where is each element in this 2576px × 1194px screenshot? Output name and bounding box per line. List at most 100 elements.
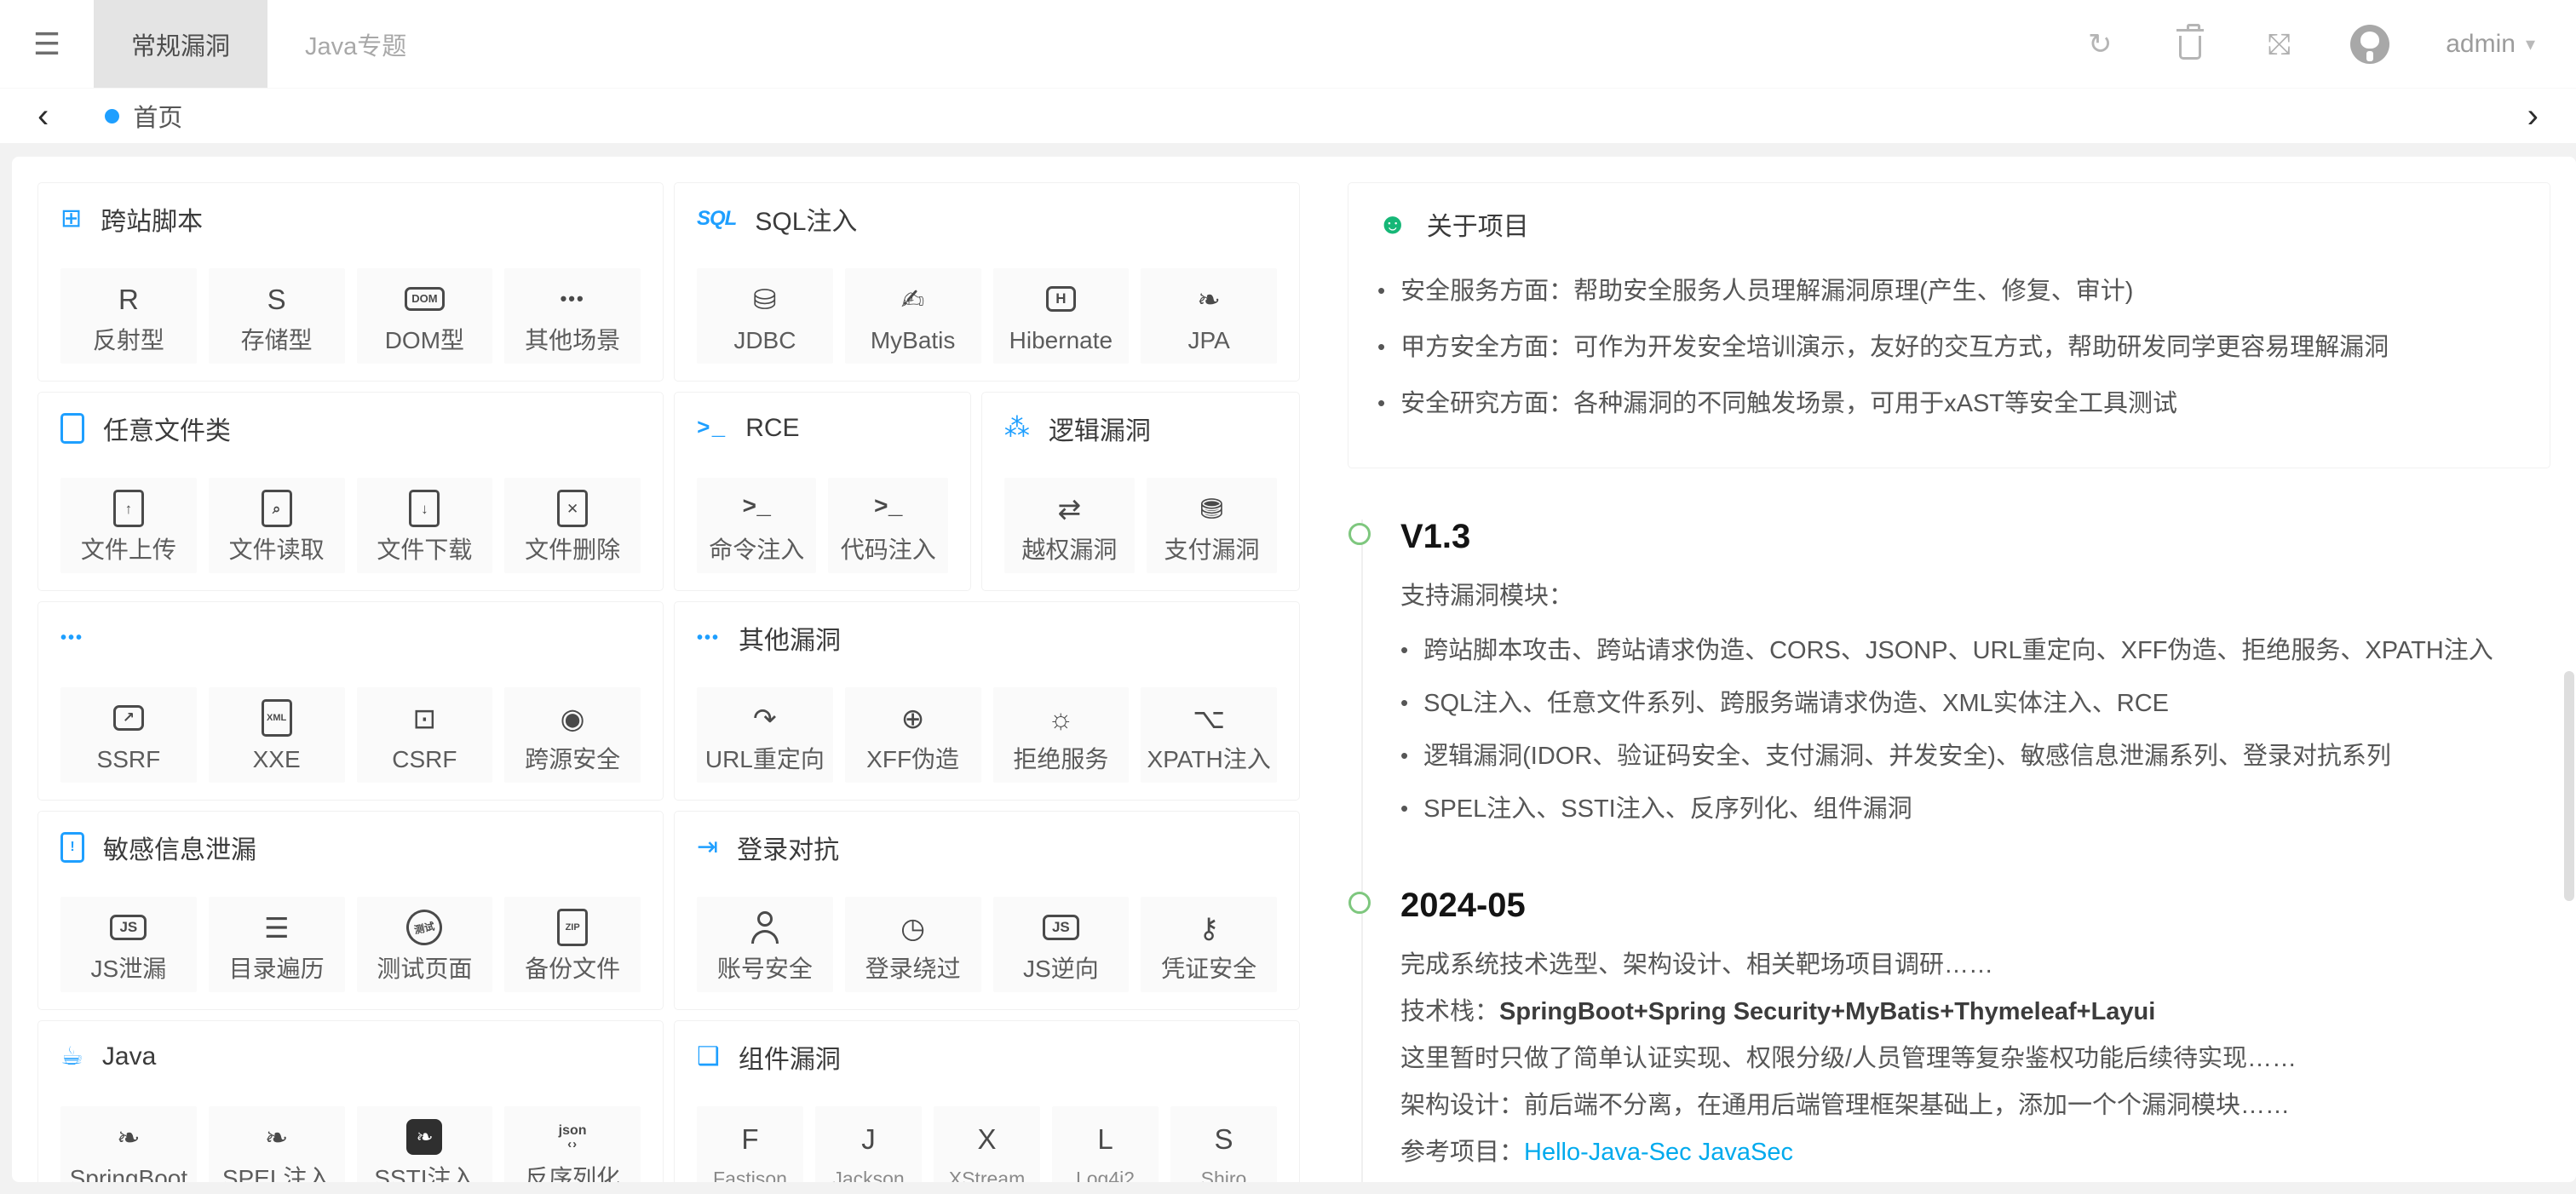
glyph: ••• xyxy=(561,290,585,308)
tile-Fastjson[interactable]: FFastjson xyxy=(697,1106,803,1182)
glyph: ⌥ xyxy=(1193,704,1225,732)
tile-存储型[interactable]: S存储型 xyxy=(209,268,345,364)
glyph: H xyxy=(1046,286,1075,313)
gauge-key-icon: ◷ xyxy=(900,908,925,947)
tile-label: 文件删除 xyxy=(525,538,620,562)
glyph: JS xyxy=(110,915,147,941)
tile-SSTI注入[interactable]: ❧SSTI注入 xyxy=(357,1106,493,1182)
info-column: ☻ 关于项目 •安全服务方面：帮助安全服务人员理解漏洞原理(产生、修复、审计)•… xyxy=(1348,182,2550,1165)
bullet-dot-icon: • xyxy=(1400,740,1408,772)
about-bullets: •安全服务方面：帮助安全服务人员理解漏洞原理(产生、修复、审计)•甲方安全方面：… xyxy=(1377,273,2521,422)
tiles-files: ↑文件上传⌕文件读取↓文件下载 ✕ 文件删除 xyxy=(60,478,641,573)
tile-SpringBoot[interactable]: ❧SpringBoot xyxy=(60,1106,197,1182)
tile-JS泄漏[interactable]: JSJS泄漏 xyxy=(60,897,197,992)
glyph: ↷ xyxy=(753,704,777,732)
card-java: ☕Java❧SpringBoot❧SPEL注入❧SSTI注入json‹›反序列化 xyxy=(37,1020,664,1182)
tile-Shiro[interactable]: SShiro xyxy=(1170,1106,1277,1182)
tile-URL重定向[interactable]: ↷URL重定向 xyxy=(697,687,833,783)
file-delete-icon: ✕ xyxy=(557,489,588,528)
about-project-card: ☻ 关于项目 •安全服务方面：帮助安全服务人员理解漏洞原理(产生、修复、审计)•… xyxy=(1348,182,2550,468)
tile-账号安全[interactable]: 账号安全 xyxy=(697,897,833,992)
terminal-icon: >_ xyxy=(874,489,903,528)
tile-反射型[interactable]: R反射型 xyxy=(60,268,197,364)
tile-文件读取[interactable]: ⌕文件读取 xyxy=(209,478,345,573)
trash-glyph xyxy=(2179,36,2201,60)
tile-JS逆向[interactable]: JSJS逆向 xyxy=(993,897,1130,992)
card-header-sql: SQLSQL注入 xyxy=(697,200,1277,238)
spring-leaf-icon: ❧ xyxy=(117,1117,141,1157)
coins-check-icon: ⛃ xyxy=(1200,489,1224,528)
login-arrow-icon: ⇥ xyxy=(697,835,718,860)
timeline-text: 这里暂时只做了简单认证实现、权限分级/人员管理等复杂鉴权功能后续待实现…… xyxy=(1400,1045,2297,1072)
tile-CSRF[interactable]: ⊡CSRF xyxy=(357,687,493,783)
tile-JDBC[interactable]: ⛁JDBC xyxy=(697,268,833,364)
main-panel: ⊞跨站脚本R反射型S存储型DOMDOM型•••其他场景SQLSQL注入⛁JDBC… xyxy=(12,157,2576,1182)
tile-XFF伪造[interactable]: ⊕XFF伪造 xyxy=(845,687,981,783)
tile-测试页面[interactable]: 测试测试页面 xyxy=(357,897,493,992)
about-bullet-text: 安全服务方面：帮助安全服务人员理解漏洞原理(产生、修复、审计) xyxy=(1400,273,2133,309)
tile-文件上传[interactable]: ↑文件上传 xyxy=(60,478,197,573)
tile-代码注入[interactable]: >_代码注入 xyxy=(828,478,947,573)
tile-备份文件[interactable]: ZIP备份文件 xyxy=(504,897,641,992)
file-shape: ! xyxy=(60,832,84,863)
scrollbar-thumb[interactable] xyxy=(2564,671,2574,901)
tile-反序列化[interactable]: json‹›反序列化 xyxy=(504,1106,641,1182)
tile-label: 测试页面 xyxy=(377,957,472,981)
user-menu[interactable]: admin ▾ xyxy=(2446,30,2535,59)
tile-SPEL注入[interactable]: ❧SPEL注入 xyxy=(209,1106,345,1182)
tile-label: Log4j2 xyxy=(1076,1169,1135,1183)
tile-文件删除[interactable]: ✕ 文件删除 xyxy=(504,478,641,573)
tile-越权漏洞[interactable]: ⇄越权漏洞 xyxy=(1004,478,1135,573)
tile-JPA[interactable]: ❧JPA xyxy=(1141,268,1277,364)
breadcrumb[interactable]: 首页 xyxy=(105,98,182,134)
tile-SSRF[interactable]: ↗SSRF xyxy=(60,687,197,783)
card-title-sensitive: 敏感信息泄漏 xyxy=(103,829,256,866)
tile-跨源安全[interactable]: ◉跨源安全 xyxy=(504,687,641,783)
list-icon: ☰ xyxy=(264,908,290,947)
js-hexagon-icon: JS xyxy=(110,908,147,947)
tab-Java专题[interactable]: Java专题 xyxy=(267,0,444,88)
tile-命令注入[interactable]: >_命令注入 xyxy=(697,478,816,573)
timeline-line: 支持漏洞模块： xyxy=(1400,577,2550,616)
tile-拒绝服务[interactable]: ☼拒绝服务 xyxy=(993,687,1130,783)
tab-常规漏洞[interactable]: 常规漏洞 xyxy=(94,0,267,88)
refresh-icon[interactable]: ↻ xyxy=(2083,27,2117,61)
trash-icon[interactable] xyxy=(2173,27,2207,61)
tile-目录遍历[interactable]: ☰目录遍历 xyxy=(209,897,345,992)
fullscreen-icon[interactable] xyxy=(2263,29,2294,60)
tile-Jackson[interactable]: JJackson xyxy=(815,1106,922,1182)
timeline-line: 技术栈：SpringBoot+Spring Security+MyBatis+T… xyxy=(1400,993,2550,1031)
tile-label: 文件下载 xyxy=(377,538,472,562)
timeline-link[interactable]: JavaSec xyxy=(1699,1139,1793,1166)
tile-MyBatis[interactable]: ✍MyBatis xyxy=(845,268,981,364)
chevron-down-icon: ▾ xyxy=(2526,33,2535,55)
nav-back-icon[interactable]: ‹ xyxy=(37,99,49,133)
tile-凭证安全[interactable]: ⚷凭证安全 xyxy=(1141,897,1277,992)
tile-文件下载[interactable]: ↓文件下载 xyxy=(357,478,493,573)
tile-其他场景[interactable]: •••其他场景 xyxy=(504,268,641,364)
tile-DOM型[interactable]: DOMDOM型 xyxy=(357,268,493,364)
tile-Log4j2[interactable]: LLog4j2 xyxy=(1052,1106,1159,1182)
tile-XXE[interactable]: XMLXXE xyxy=(209,687,345,783)
tile-label: Hibernate xyxy=(1009,329,1113,353)
card-header-logic: ⁂逻辑漏洞 xyxy=(1004,410,1277,447)
about-bullet: •安全服务方面：帮助安全服务人员理解漏洞原理(产生、修复、审计) xyxy=(1377,273,2521,309)
glyph: JS xyxy=(1043,915,1079,941)
nav-forward-icon[interactable]: › xyxy=(2527,99,2539,133)
glyph: ⌕ xyxy=(262,490,292,527)
glyph: ❧ xyxy=(265,1123,289,1151)
collapse-menu-icon[interactable]: ☰ xyxy=(0,0,94,88)
timeline-link[interactable]: Hello-Java-Sec xyxy=(1524,1139,1692,1166)
tile-label: 登录绕过 xyxy=(865,957,961,981)
tile-登录绕过[interactable]: ◷ 登录绕过 xyxy=(845,897,981,992)
tile-Hibernate[interactable]: H Hibernate xyxy=(993,268,1130,364)
timeline-bullet: •跨站脚本攻击、跨站请求伪造、CORS、JSONP、URL重定向、XFF伪造、拒… xyxy=(1400,633,2550,669)
tile-XStream[interactable]: XXStream xyxy=(934,1106,1040,1182)
github-icon[interactable] xyxy=(2350,25,2389,64)
tile-XPATH注入[interactable]: ⌥XPATH注入 xyxy=(1141,687,1277,783)
timeline-bullet-text: 跨站脚本攻击、跨站请求伪造、CORS、JSONP、URL重定向、XFF伪造、拒绝… xyxy=(1423,633,2493,669)
redirect-arrow-icon: ↷ xyxy=(753,698,777,738)
glyph: json‹› xyxy=(559,1124,587,1151)
tile-支付漏洞[interactable]: ⛃支付漏洞 xyxy=(1147,478,1277,573)
timeline-item-2024-05: 2024-05完成系统技术选型、架构设计、相关靶场项目调研……技术栈：Sprin… xyxy=(1361,888,2550,1182)
